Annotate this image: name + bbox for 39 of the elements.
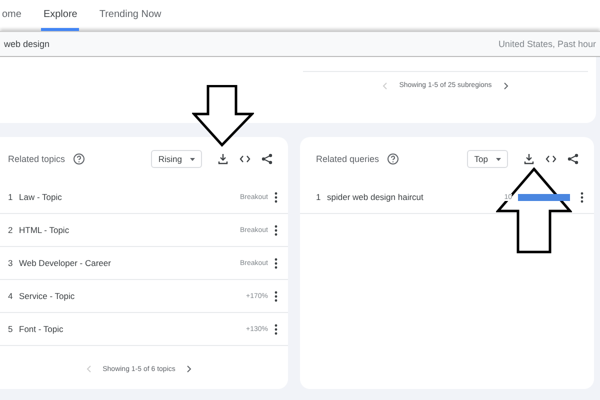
row-label: Law - Topic <box>19 192 63 202</box>
row-label: Font - Topic <box>19 324 64 334</box>
row-label: Web Developer - Career <box>19 258 112 268</box>
panel-title: Related queries <box>316 154 380 164</box>
embed-icon[interactable] <box>545 153 557 165</box>
more-icon[interactable] <box>274 324 278 334</box>
nav-tab[interactable]: ome <box>0 0 24 31</box>
search-bar[interactable]: web design United States, Past hour <box>0 31 600 57</box>
nav-tab[interactable]: Trending Now <box>97 0 164 31</box>
help-icon[interactable] <box>387 153 400 165</box>
help-icon[interactable] <box>73 153 86 165</box>
rank-number: 4 <box>8 291 14 301</box>
more-icon[interactable] <box>274 192 278 202</box>
embed-icon[interactable] <box>239 153 251 165</box>
rank-number: 1 <box>8 192 14 202</box>
more-icon[interactable] <box>580 192 584 202</box>
share-icon[interactable] <box>261 153 273 165</box>
rank-number: 3 <box>8 258 14 268</box>
caret-icon <box>190 158 195 160</box>
rank-number: 1 <box>316 192 322 202</box>
download-icon[interactable] <box>217 153 229 165</box>
download-icon[interactable] <box>523 153 535 165</box>
row-label: Service - Topic <box>19 291 76 301</box>
share-icon[interactable] <box>567 153 579 165</box>
more-icon[interactable] <box>274 224 278 236</box>
row-label: spider web design haircut <box>327 192 424 202</box>
row-label: HTML - Topic <box>19 225 70 235</box>
more-icon[interactable] <box>274 290 278 302</box>
rank-number: 5 <box>8 324 14 334</box>
panel-title: Related topics <box>8 154 66 164</box>
sort-dropdown[interactable]: Top <box>467 150 508 168</box>
more-icon[interactable] <box>274 258 278 268</box>
caret-icon <box>496 158 501 160</box>
rank-number: 2 <box>8 225 14 235</box>
next-icon[interactable] <box>185 365 194 373</box>
search-term: web design <box>4 39 50 49</box>
sort-dropdown[interactable]: Rising <box>151 150 202 168</box>
next-icon[interactable] <box>502 82 510 90</box>
search-filters: United States, Past hour <box>498 39 596 49</box>
